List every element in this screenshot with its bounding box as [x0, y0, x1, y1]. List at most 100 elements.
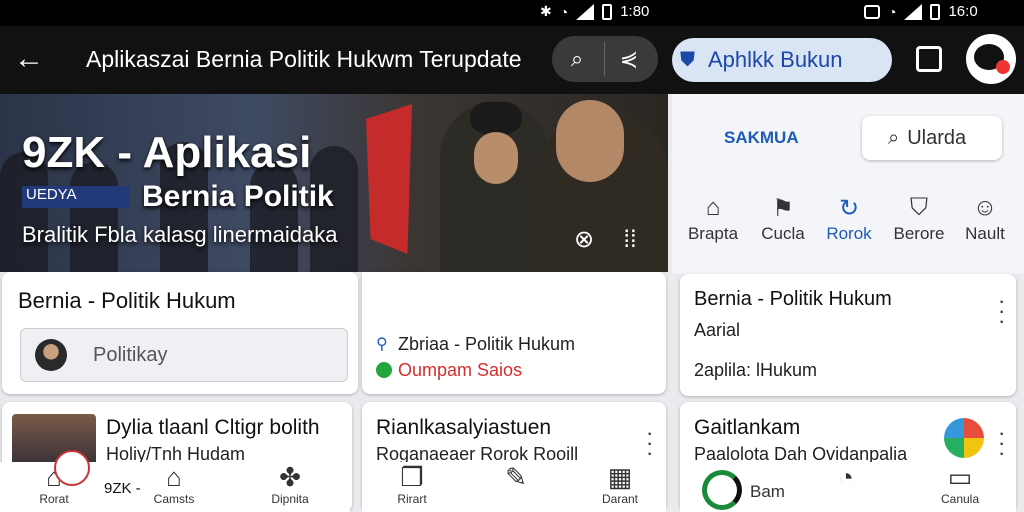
author-avatar: [35, 339, 67, 371]
nav-extra-label: Bam: [750, 482, 785, 501]
app-bar: ← Aplikaszai Bernia Politik Hukwm Terupd…: [0, 26, 1024, 94]
source-logo-icon: [944, 418, 984, 458]
hero-banner[interactable]: 9ZK - Aplikasi UEDYA Bernia Politik Bral…: [0, 94, 668, 272]
side-panel: SAKMUA ⌕ Ularda ⌂ Brapta ⚑ Cucla ↻ Rorok ⛉ B…: [672, 94, 1024, 274]
more-vert-icon[interactable]: · · ·: [998, 422, 1008, 464]
category-flag[interactable]: ⚑ Cucla: [748, 194, 818, 244]
clock-icon: ◔: [838, 462, 854, 492]
tab-label: Canula: [940, 492, 980, 506]
nav-extra-label: 9ZK -: [104, 480, 141, 497]
search-icon-2: ⌕: [888, 126, 900, 149]
crowd-silhouette: [70, 162, 118, 272]
back-arrow-icon[interactable]: ←: [12, 42, 46, 76]
category-field[interactable]: Politikay: [20, 328, 348, 382]
news-card[interactable]: Bernia - Politik Hukum Aarial 2aplila: l…: [680, 274, 1016, 396]
category-shield[interactable]: ⛉ Berore: [884, 194, 954, 244]
tab-favorites[interactable]: ✤ Dipnita: [250, 462, 330, 506]
more-dots-icon[interactable]: ⁞⁞: [614, 224, 646, 256]
status-badge: Oumpam Saios: [398, 360, 523, 380]
action-pill: ⌕ ⋞: [552, 36, 658, 82]
card-title: Bernia - Politik Hukum: [694, 288, 892, 310]
tab-label: Rorat: [39, 492, 69, 506]
category-label: Rorok: [826, 224, 872, 243]
tab-label: Dipnita: [271, 492, 309, 506]
panel-icon: ▭: [947, 462, 973, 492]
tab-settings[interactable]: ▭ Canula: [920, 462, 1000, 506]
flag-icon: ⚑: [772, 195, 794, 222]
tab-calendar[interactable]: ▦ Darant: [580, 462, 660, 506]
share-icon[interactable]: ⋞: [612, 42, 646, 76]
status-right: ◔ 16:0: [864, 3, 978, 20]
tab-documents[interactable]: ❐ Rirart: [372, 462, 452, 506]
avatar[interactable]: [966, 34, 1016, 84]
document-icon: ❐: [400, 462, 424, 492]
page-title: Aplikaszai Bernia Politik Hukwm Terupdat…: [86, 46, 522, 72]
search-icon[interactable]: ⌕: [560, 42, 594, 76]
news-card[interactable]: ⚲ Zbriaa - Politik Hukum Oumpam Saios: [362, 272, 666, 394]
flag-image: [366, 104, 412, 254]
card-title: Gaitlankam: [694, 416, 801, 439]
card-meta: 2aplila: lHukum: [694, 360, 818, 380]
camera-icon: ⌂: [166, 462, 182, 492]
bottom-nav-right: Bam ◔ ▭ Canula: [680, 462, 1016, 512]
calendar-icon: ▦: [607, 462, 633, 492]
category-home[interactable]: ⌂ Brapta: [678, 194, 748, 244]
bottom-nav-mid: ❐ Rirart ✎ ▦ Darant: [362, 462, 666, 512]
field-value: Politikay: [93, 344, 168, 366]
hero-tag: UEDYA: [22, 186, 130, 208]
vibrate-icon: [864, 4, 880, 19]
category-label: Brapta: [687, 224, 739, 243]
message-icon[interactable]: [916, 46, 942, 72]
tab-label: Camsts: [153, 492, 195, 506]
bottom-nav: ⌂ Rorat ⌂ Camsts ✤ Dipnita 9ZK -: [0, 450, 350, 512]
bluetooth-icon: ✱: [540, 3, 552, 19]
hero-subtitle: Bernia Politik: [142, 180, 334, 213]
tab-history[interactable]: ◔: [806, 462, 886, 492]
chip-label: Aphlkk Bukun: [708, 47, 843, 72]
search-input[interactable]: ⌕ Ularda: [862, 116, 1002, 160]
close-circle-icon[interactable]: ⊗: [568, 224, 600, 256]
battery-icon-2: [930, 3, 941, 20]
signal-icon-2: [904, 3, 923, 20]
category-label: Nault: [965, 224, 1005, 243]
profile-avatar[interactable]: [54, 450, 90, 486]
wifi-icon-2: ◔: [888, 3, 897, 20]
avatar-dot: [996, 60, 1010, 74]
card-subtitle: Aarial: [694, 320, 741, 340]
card-title: Rianlkasalyiastuen: [376, 416, 552, 439]
wifi-icon: ◔: [559, 3, 569, 20]
app-logo-icon[interactable]: [702, 470, 742, 510]
status-left: ✱ ◔ 1:80: [540, 3, 649, 20]
card-title: Dylia tlaanl Cltigr bolith: [106, 416, 320, 439]
status-dot-icon: [376, 362, 392, 378]
status-time-left: 1:80: [620, 3, 650, 20]
category-label: Berore: [893, 224, 945, 243]
category-label: Cucla: [761, 224, 805, 243]
status-bar: ✱ ◔ 1:80 ◔ 16:0: [0, 0, 1024, 26]
battery-icon: [602, 3, 613, 20]
more-vert-icon[interactable]: · · ·: [646, 422, 656, 464]
link-icon: ⚲: [376, 336, 388, 353]
tab-camera[interactable]: ⌂ Camsts: [134, 462, 214, 506]
category-refresh[interactable]: ↻ Rorok: [814, 194, 884, 244]
category-profile[interactable]: ☺ Nault: [950, 194, 1020, 244]
status-time-right: 16:0: [948, 3, 978, 20]
officer-face: [474, 132, 518, 184]
shield-icon: ⛊: [680, 49, 695, 71]
tab-edit[interactable]: ✎: [476, 462, 556, 492]
clover-icon: ✤: [279, 462, 301, 492]
person-icon: ☺: [972, 194, 998, 221]
more-vert-icon[interactable]: · · ·: [998, 290, 1008, 332]
tab-label: Rirart: [397, 492, 427, 506]
news-card[interactable]: Bernia - Politik Hukum Politikay: [2, 272, 358, 394]
hero-caption: Bralitik Fbla kalasg linermaidaka: [22, 222, 338, 247]
home-icon: ⌂: [705, 194, 721, 221]
officer-face: [556, 100, 624, 182]
refresh-icon: ↻: [838, 195, 860, 222]
shield-check-icon: ⛉: [910, 194, 928, 221]
edit-icon: ✎: [505, 462, 527, 492]
card-title: Zbriaa - Politik Hukum: [398, 334, 576, 354]
card-title: Bernia - Politik Hukum: [18, 288, 236, 313]
app-chip-button[interactable]: ⛊ Aphlkk Bukun: [672, 38, 892, 82]
hero-title: 9ZK - Aplikasi: [22, 128, 312, 177]
